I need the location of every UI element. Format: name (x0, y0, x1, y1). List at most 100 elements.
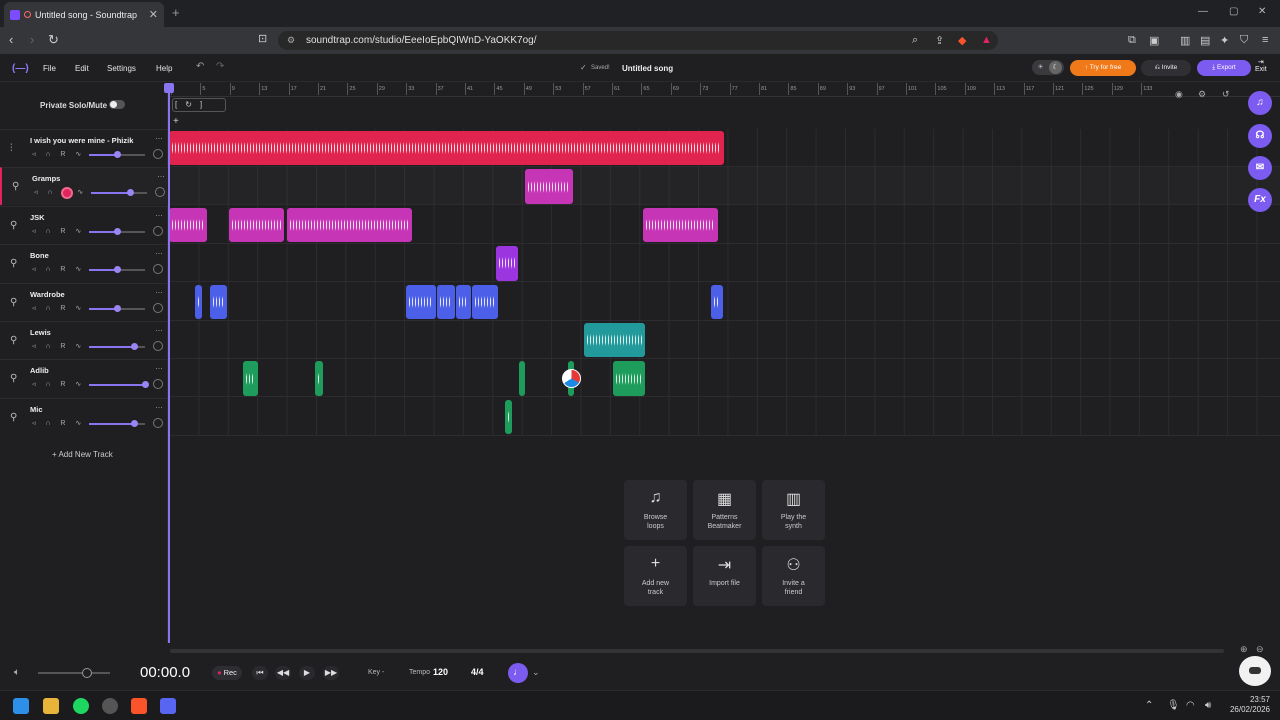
track-volume-slider[interactable] (130, 419, 138, 427)
audio-clip[interactable] (519, 361, 525, 396)
zoom-out-icon[interactable]: ⊖ (1256, 644, 1264, 655)
menu-file[interactable]: File (43, 64, 56, 73)
track-lane[interactable] (169, 321, 1280, 359)
action-card[interactable]: ⚇ Invite a friend (762, 546, 825, 606)
loops-panel-icon[interactable]: ♫ (1248, 91, 1272, 115)
track-controls[interactable]: ◃ ∩ R ∿ (32, 342, 85, 350)
song-title[interactable]: Untitled song (622, 64, 673, 73)
track-name[interactable]: JSK (30, 213, 45, 222)
audio-clip[interactable] (456, 284, 471, 319)
brave-browser-icon[interactable] (131, 698, 147, 714)
track-header[interactable]: ⫶ I wish you were mine - Phizik … ◃ ∩ R ∿ (0, 129, 168, 167)
track-header[interactable]: ⚲ Mic … ◃ ∩ R ∿ (0, 397, 168, 436)
try-for-free-button[interactable]: ↑ Try for free (1070, 60, 1136, 76)
audio-clip[interactable] (525, 169, 573, 204)
track-volume-slider[interactable] (114, 266, 121, 274)
track-menu-icon[interactable]: … (155, 362, 163, 371)
menu-settings[interactable]: Settings (107, 64, 136, 73)
audio-clip[interactable] (229, 207, 284, 243)
audio-clip[interactable] (210, 284, 227, 319)
maximize-icon[interactable]: ▢ (1229, 6, 1238, 17)
reload-icon[interactable]: ↻ (48, 32, 59, 48)
loop-controls[interactable]: [↻] (172, 98, 226, 112)
audio-clip[interactable] (711, 284, 723, 319)
close-tab-icon[interactable]: ✕ (149, 8, 158, 21)
track-controls[interactable]: ◃ ∩ R ∿ (32, 150, 85, 158)
track-volume-slider[interactable] (130, 343, 138, 350)
audio-clip[interactable] (643, 207, 718, 243)
sidebar-icon[interactable]: ▥ (1180, 34, 1190, 47)
minimize-icon[interactable]: — (1198, 6, 1208, 17)
zoom-icon[interactable]: ⌕ (912, 34, 918, 47)
rewind-icon[interactable]: ◀◀ (275, 666, 291, 680)
metronome-icon[interactable]: ♩ (508, 663, 528, 683)
action-card[interactable]: ⇥ Import file (693, 546, 756, 606)
audio-clip[interactable] (505, 399, 512, 435)
record-arm-button[interactable] (61, 187, 73, 200)
metronome-dropdown-icon[interactable]: ⌄ (532, 667, 540, 678)
track-volume-slider[interactable] (142, 381, 149, 389)
track-volume-slider[interactable] (114, 227, 121, 235)
soundtrap-logo[interactable]: (—) (12, 63, 29, 74)
site-info-icon[interactable]: ⚙ (287, 35, 295, 46)
audio-clip[interactable] (243, 361, 258, 396)
audio-clip[interactable] (496, 246, 518, 281)
close-window-icon[interactable]: ✕ (1258, 6, 1266, 17)
vpn-icon[interactable]: ⛉ (1240, 34, 1248, 47)
audio-clip[interactable] (195, 284, 202, 319)
windows-start-icon[interactable] (13, 698, 29, 714)
track-menu-icon[interactable]: … (155, 247, 163, 256)
address-bar[interactable]: ⚙ soundtrap.com/studio/EeeIoEpbQIWnD-YaO… (278, 31, 998, 50)
audio-clip[interactable] (315, 361, 323, 396)
add-new-track-button[interactable]: + Add New Track (52, 450, 113, 459)
track-pan-knob[interactable] (155, 187, 165, 198)
fx-panel-icon[interactable]: Fx (1248, 188, 1272, 212)
zoom-in-icon[interactable]: ⊕ (1240, 644, 1248, 655)
track-header[interactable]: ⚲Gramps…◃ ∩ R ∿ (0, 167, 168, 206)
browser-tab[interactable]: Untitled song - Soundtrap ✕ (4, 2, 164, 27)
bookmark-icon[interactable]: ⊡ (258, 32, 267, 45)
track-lane[interactable] (169, 244, 1280, 283)
speaker-icon[interactable]: 🔊︎ (1205, 700, 1211, 711)
invite-button[interactable]: ⎌ Invite (1141, 60, 1191, 76)
track-controls[interactable]: ◃ ∩ R ∿ (32, 304, 85, 312)
loop-icon[interactable]: ↺ (1222, 89, 1230, 100)
master-volume-knob[interactable] (82, 668, 92, 678)
track-name[interactable]: Lewis (30, 328, 51, 337)
timeline-ruler[interactable]: 5 9 13 17 21 25 29 33 37 41 45 49 53 57 61 65 69 73 77 81 85… (169, 83, 1280, 97)
back-icon[interactable]: ‹ (9, 32, 13, 47)
track-name[interactable]: Bone (30, 251, 49, 260)
private-solo-mute-toggle[interactable] (109, 100, 125, 109)
track-lane[interactable] (169, 167, 1280, 206)
track-pan-knob[interactable] (153, 149, 163, 159)
chat-panel-icon[interactable]: ✉ (1248, 156, 1272, 180)
track-lane[interactable] (169, 283, 1280, 321)
track-menu-icon[interactable]: … (155, 324, 163, 333)
export-button[interactable]: ⤓ Export (1197, 60, 1251, 76)
settings-gear-icon[interactable]: ⚙ (1198, 89, 1206, 100)
screenshot-icon[interactable]: ▣ (1149, 34, 1159, 47)
track-volume-slider[interactable] (114, 304, 121, 312)
track-header[interactable]: ⚲ Bone … ◃ ∩ R ∿ (0, 244, 168, 282)
track-controls[interactable]: ◃ ∩ R ∿ (32, 227, 85, 235)
audio-clip[interactable] (613, 361, 645, 396)
skip-to-start-icon[interactable]: ⏮ (252, 666, 268, 680)
track-header[interactable]: ⚲ Adlib … ◃ ∩ R ∿ (0, 359, 168, 397)
playhead[interactable] (164, 83, 174, 643)
brave-shields-icon[interactable]: ◆ (958, 34, 966, 47)
track-name[interactable]: Mic (30, 405, 43, 414)
menu-help[interactable]: Help (156, 64, 172, 73)
browser-menu-icon[interactable]: ≡ (1262, 34, 1268, 46)
chat-bubble-button[interactable] (1239, 656, 1271, 686)
audio-clip[interactable] (437, 284, 455, 319)
audio-clip[interactable] (584, 323, 645, 358)
add-marker-icon[interactable]: + (173, 116, 179, 127)
menu-edit[interactable]: Edit (75, 64, 89, 73)
time-signature[interactable]: 4/4 (471, 667, 484, 677)
exit-button[interactable]: ⇥ Exit (1255, 58, 1267, 73)
wifi-icon[interactable]: ◠ (1186, 700, 1195, 711)
show-hidden-icons-icon[interactable]: ⌃ (1145, 700, 1153, 711)
track-lane[interactable] (169, 359, 1280, 398)
audio-clip[interactable] (169, 207, 207, 243)
microphone-icon[interactable]: 🎙︎ (1167, 700, 1180, 711)
